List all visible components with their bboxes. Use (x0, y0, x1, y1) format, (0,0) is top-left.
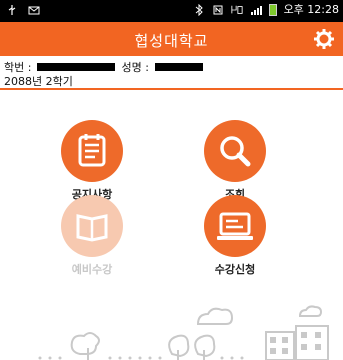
battery-icon (268, 4, 277, 16)
status-right-icons: 오후 12:28 (193, 4, 339, 16)
menu-course-registration-button[interactable]: 수강신청 (180, 195, 290, 277)
book-icon (61, 195, 123, 257)
student-name-redacted (154, 63, 203, 71)
notepad-icon (61, 120, 123, 182)
mail-icon (28, 6, 40, 15)
magnifier-icon (204, 120, 266, 182)
student-info: 학번 : 성명 : 2088년 2학기 (0, 56, 343, 90)
status-bar: 오후 12:28 (0, 0, 343, 22)
usb-icon (8, 5, 16, 15)
gear-icon[interactable] (313, 28, 335, 50)
menu-notice-button[interactable]: 공지사항 (37, 120, 147, 202)
menu-course-registration-label: 수강신청 (214, 263, 256, 276)
semester-text: 2088년 2학기 (4, 75, 73, 88)
computer-icon (204, 195, 266, 257)
4g-icon (230, 5, 243, 14)
menu-pre-registration-button: 예비수강 (37, 195, 147, 277)
status-clock: 오후 12:28 (283, 3, 339, 16)
menu-inquiry-button[interactable]: 조회 (180, 120, 290, 202)
app-bar: 협성대학교 (0, 22, 343, 56)
student-id-redacted (37, 63, 116, 71)
status-left-icons (6, 4, 40, 16)
signal-icon (250, 6, 262, 15)
bluetooth-icon (195, 4, 203, 16)
nfc-icon (213, 5, 223, 15)
app-title: 협성대학교 (134, 32, 209, 50)
decorative-cityscape (38, 305, 329, 360)
menu-pre-registration-label: 예비수강 (71, 263, 113, 276)
student-name-label: 성명 : (121, 61, 149, 74)
